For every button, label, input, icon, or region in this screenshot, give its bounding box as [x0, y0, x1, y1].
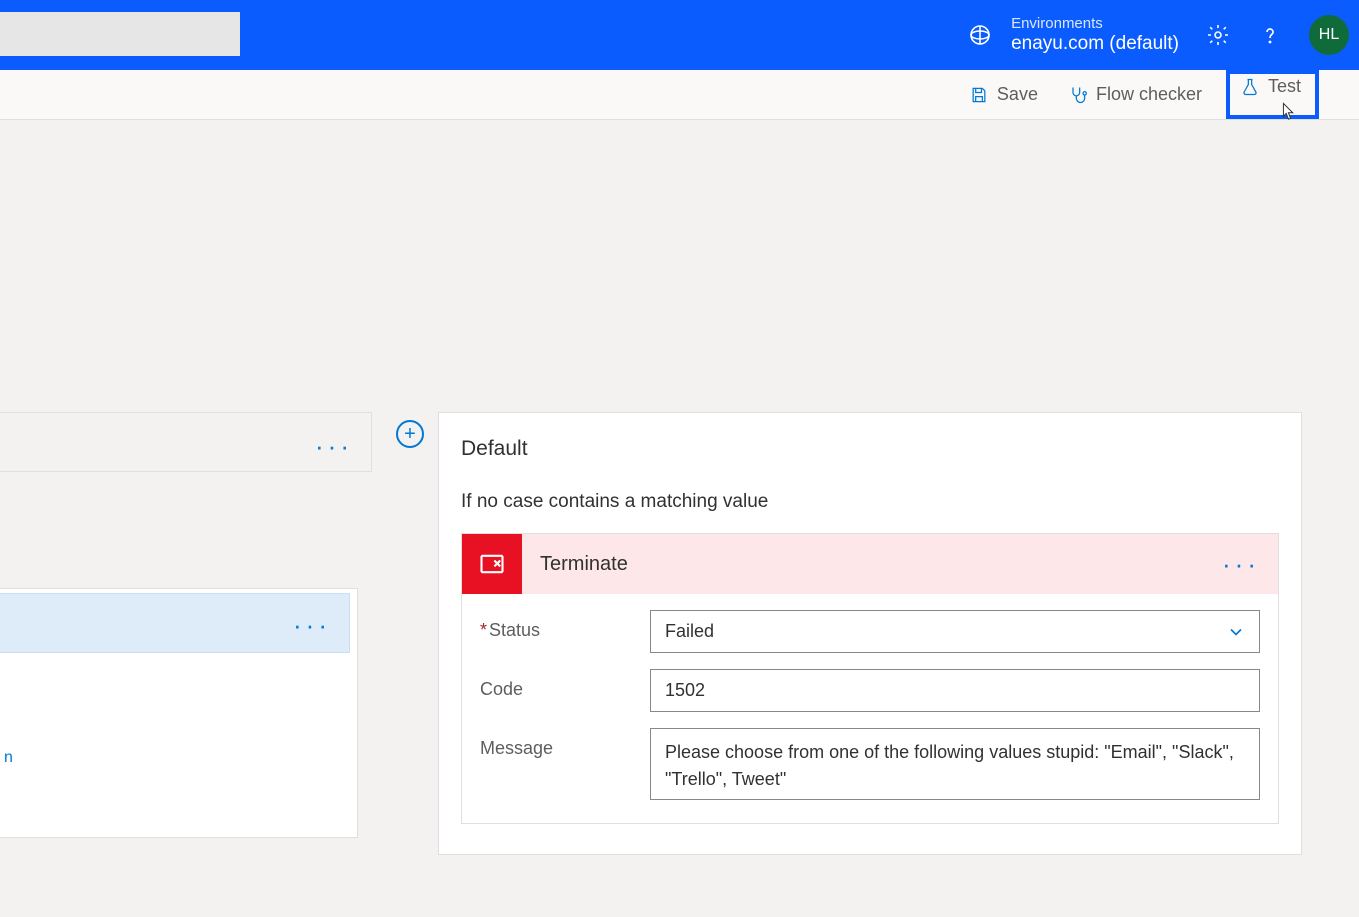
terminate-header[interactable]: Terminate ··· [462, 534, 1278, 594]
message-label: Message [480, 728, 650, 759]
save-label: Save [997, 84, 1038, 105]
default-subtitle: If no case contains a matching value [439, 461, 1301, 533]
case-action-card[interactable]: ··· [0, 593, 350, 653]
gear-icon[interactable] [1205, 22, 1231, 48]
flask-icon [1240, 77, 1260, 97]
test-label: Test [1268, 76, 1301, 97]
code-label: Code [480, 669, 650, 700]
case-card[interactable]: ··· [0, 412, 372, 472]
terminate-icon [462, 534, 522, 594]
save-button[interactable]: Save [963, 80, 1044, 109]
environment-name: enayu.com (default) [1011, 33, 1179, 56]
more-icon[interactable]: ··· [315, 431, 353, 462]
default-title: Default [439, 413, 1301, 461]
code-input[interactable] [650, 669, 1260, 712]
save-icon [969, 85, 989, 105]
status-select[interactable]: Failed [650, 610, 1260, 653]
environment-label: Environments [1011, 15, 1179, 33]
add-action-link-fragment[interactable]: n [4, 749, 13, 767]
terminate-title: Terminate [540, 553, 628, 576]
stethoscope-icon [1068, 85, 1088, 105]
plus-icon: + [404, 423, 416, 446]
more-icon[interactable]: ··· [293, 610, 331, 641]
avatar-initials: HL [1319, 26, 1339, 44]
cursor-icon [1277, 102, 1297, 122]
globe-icon [967, 22, 993, 48]
search-input[interactable] [0, 12, 240, 56]
status-label: *Status [480, 610, 650, 641]
flow-checker-button[interactable]: Flow checker [1062, 80, 1208, 109]
add-case-button[interactable]: + [396, 420, 424, 448]
chevron-down-icon [1226, 622, 1246, 647]
environment-picker[interactable]: Environments enayu.com (default) [967, 15, 1179, 56]
message-input[interactable] [650, 728, 1260, 800]
test-button[interactable]: Test [1226, 70, 1319, 119]
default-case-card: Default If no case contains a matching v… [438, 412, 1302, 855]
help-icon[interactable] [1257, 22, 1283, 48]
action-toolbar: Save Flow checker Test [0, 70, 1359, 120]
flow-checker-label: Flow checker [1096, 84, 1202, 105]
avatar[interactable]: HL [1309, 15, 1349, 55]
more-icon[interactable]: ··· [1222, 549, 1260, 580]
terminate-action: Terminate ··· *Status Failed Code Messag… [461, 533, 1279, 824]
app-header: Environments enayu.com (default) HL [0, 0, 1359, 70]
case-action-container: ··· n [0, 588, 358, 838]
